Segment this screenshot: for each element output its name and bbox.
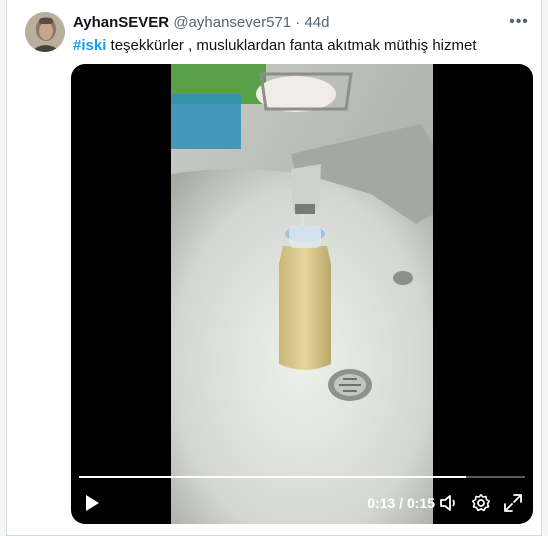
time-separator: / [395, 495, 407, 511]
author-handle[interactable]: @ayhansever571 [173, 14, 291, 31]
current-time: 0:13 [367, 495, 396, 511]
avatar-image [25, 12, 65, 52]
video-frame [171, 64, 433, 524]
hashtag-link[interactable]: #iski [73, 37, 106, 54]
tweet-card[interactable]: AyhanSEVER @ayhansever571 · 44d ••• #isk… [6, 0, 542, 536]
tweet-header: AyhanSEVER @ayhansever571 · 44d [73, 14, 525, 32]
more-options-icon[interactable]: ••• [507, 12, 531, 32]
progress-bar[interactable] [79, 476, 525, 478]
author-name[interactable]: AyhanSEVER [73, 14, 169, 31]
tweet-body: teşekkürler , musluklardan fanta akıtmak… [106, 37, 477, 54]
tweet-text: #iski teşekkürler , musluklardan fanta a… [73, 36, 525, 55]
timecode: 0:13 / 0:15 [367, 494, 435, 512]
play-icon[interactable] [83, 494, 101, 512]
volume-icon[interactable] [439, 493, 459, 513]
avatar[interactable] [25, 12, 65, 52]
duration: 0:15 [406, 495, 435, 511]
fullscreen-icon[interactable] [503, 493, 523, 513]
tweet-time[interactable]: 44d [304, 14, 329, 31]
progress-fill [79, 476, 466, 478]
separator-dot: · [295, 14, 301, 31]
gear-icon[interactable] [471, 493, 491, 513]
video-player[interactable]: 0:13 / 0:15 [71, 64, 533, 524]
